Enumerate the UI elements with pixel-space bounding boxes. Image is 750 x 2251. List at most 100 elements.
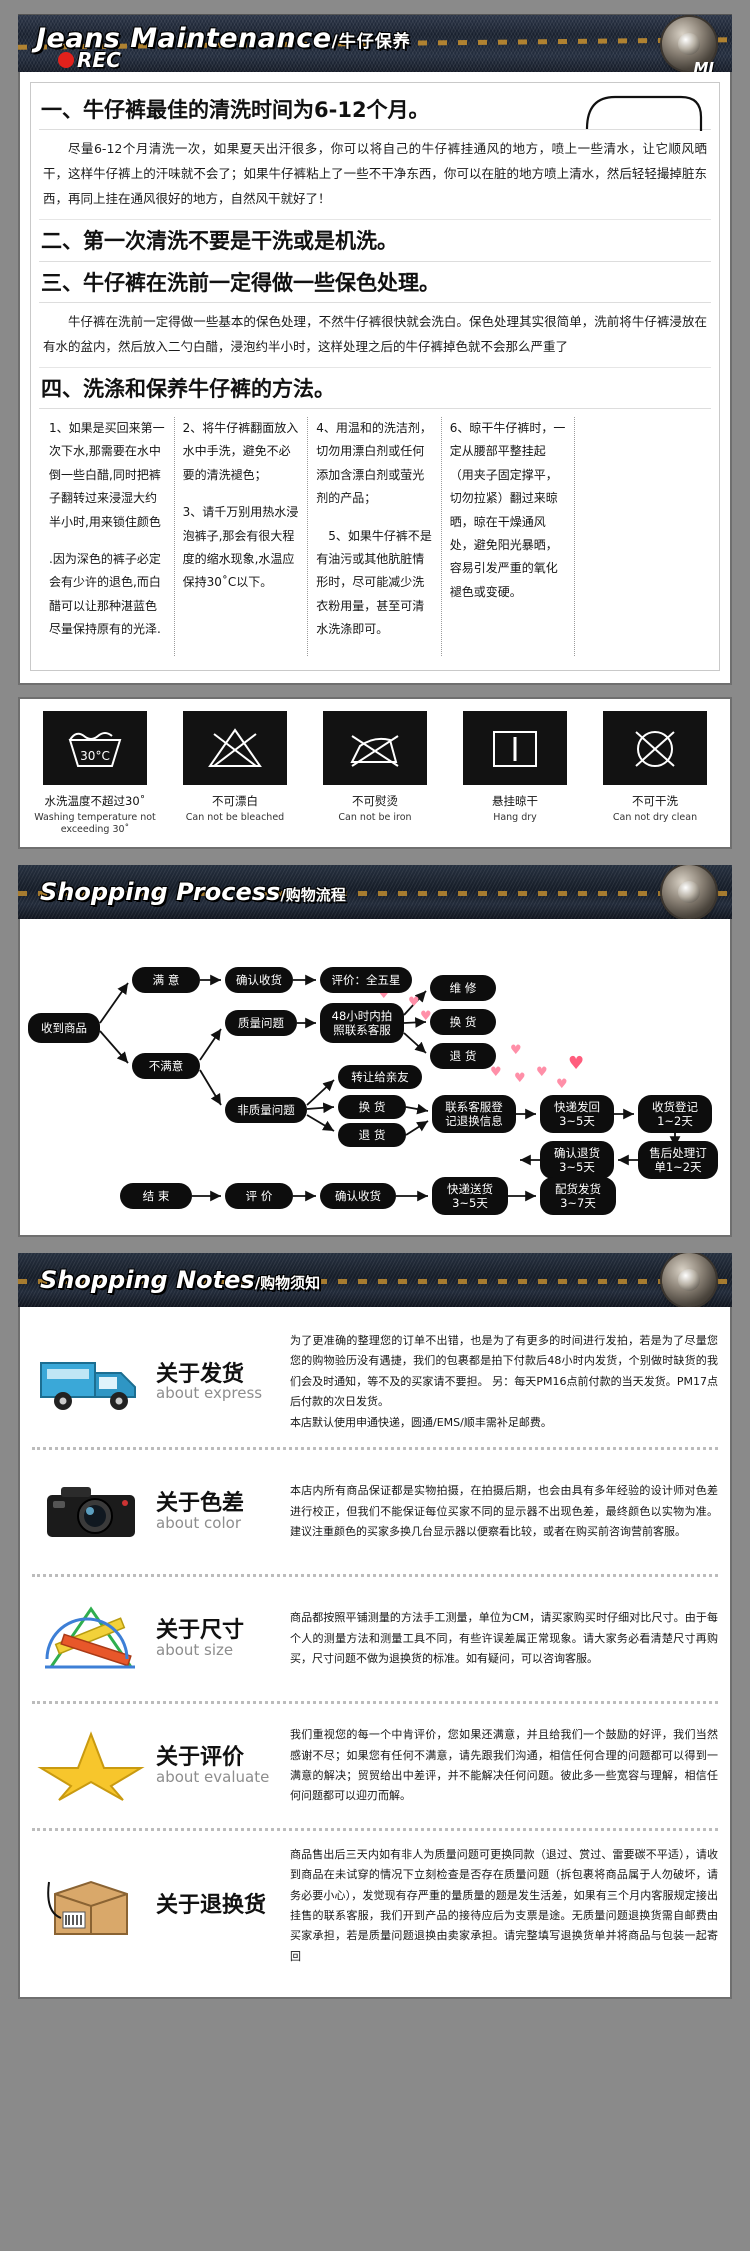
note-title-en: about express <box>156 1383 263 1402</box>
flow-node-exchange2: 换 货 <box>338 1095 406 1120</box>
hang-dry-icon <box>463 710 567 785</box>
note-title-express: 关于发货 about express <box>156 1361 284 1402</box>
care-symbol-cell: 不可熨烫 Can not be iron <box>306 710 444 838</box>
note-text: 商品售出后三天内如有非人为质量问题可更换同款（退过、赏过、雷要碳不平适），请收到… <box>290 1847 718 1963</box>
flow-node-express35: 快递送货 3~5天 <box>432 1177 508 1216</box>
care-symbol-label-en: Can not be bleached <box>185 811 285 823</box>
shopping-notes-title-en: Shopping Notes <box>40 1266 255 1295</box>
shopping-process-card: ♥ ♥ ♥ ♥ ♥ ♥ ♥ ♥ ♥ ♥ 收到商品满 意确认收货评价：全五星不满意… <box>18 919 734 1238</box>
camera-icon <box>32 1464 150 1560</box>
wash-tip-text: 6、晾干牛仔裤时，一定从腰部平整挂起（用夹子固定撑平，切勿拉紧）翻过来晾晒，晾在… <box>449 421 566 599</box>
note-title-cn: 关于评价 <box>156 1745 245 1771</box>
care-symbol-cell: 不可漂白 Can not be bleached <box>166 710 304 838</box>
note-row-return: 关于退换货 商品售出后三天内如有非人为质量问题可更换同款（退过、赏过、雷要碳不平… <box>32 1831 718 1981</box>
note-title-return: 关于退换货 <box>156 1894 284 1917</box>
care-symbol-cell: 30°C 水洗温度不超过30˚ Washing temperature not … <box>26 710 164 838</box>
shopping-process-title: Shopping Process/购物流程 <box>18 865 732 906</box>
note-title-en: about color <box>156 1513 241 1532</box>
flow-node-dispatch37: 配货发货 3~7天 <box>540 1177 616 1216</box>
shopping-notes-title-cn: /购物须知 <box>254 1274 321 1293</box>
flow-node-return2: 退 货 <box>338 1123 406 1148</box>
section-body-3: 牛仔裤在洗前一定得做一些基本的保色处理，不然牛仔裤很快就会洗白。保色处理其实很简… <box>39 303 711 368</box>
note-text: 我们重视您的每一个中肯评价，您如果还满意，并且给我们一个鼓励的好评，我们当然感谢… <box>290 1728 718 1803</box>
wash-tip-column-5 <box>575 417 709 656</box>
rec-indicator: REC <box>58 48 732 72</box>
wash-tip-text: .因为深色的裤子必定会有少许的退色,而白醋可以让那种湛蓝色尽量保持原有的光泽. <box>49 551 161 637</box>
jeans-seal-badge-icon <box>662 865 716 920</box>
flow-node-contactcs: 联系客服登 记退换信息 <box>432 1095 516 1134</box>
care-symbol-label-cn: 不可干洗 <box>632 793 678 808</box>
note-title-size: 关于尺寸 about size <box>156 1619 284 1658</box>
care-symbol-label-en: Hang dry <box>493 811 537 823</box>
no-bleach-icon <box>183 710 287 785</box>
shopping-notes-card: 关于发货 about express 为了更准确的整理您的订单不出错，也是为了有… <box>18 1307 732 1999</box>
note-title-en: about evaluate <box>156 1767 270 1786</box>
shopping-process-banner: Shopping Process/购物流程 <box>18 865 732 920</box>
product-detail-page: Jeans Maintenance/牛仔保养 REC MI 一、牛仔裤最佳的清洗… <box>0 14 750 1999</box>
shopping-notes-banner: Shopping Notes/购物须知 <box>18 1253 732 1308</box>
wash-tip-text: 2、将牛仔裤翻面放入水中手洗，避免不必要的清洗褪色； <box>182 421 299 482</box>
svg-text:30°C: 30°C <box>80 749 110 763</box>
jeans-seal-center-icon <box>678 881 700 904</box>
section-heading-3: 三、牛仔裤在洗前一定得做一些保色处理。 <box>39 262 711 303</box>
flow-node-nonquality: 非质量问题 <box>225 1097 307 1124</box>
note-body-express: 为了更准确的整理您的订单不出错，也是为了有更多的时间进行发拍，若是为了尽量您您的… <box>290 1331 718 1433</box>
wash-tips-columns: 1、如果是买回来第一次下水,那需要在水中倒一些白醋,同时把裤子翻转过来浸湿大约半… <box>39 409 711 660</box>
wash-tip-column-2: 2、将牛仔裤翻面放入水中手洗，避免不必要的清洗褪色； 3、请千万别用热水浸泡裤子… <box>175 417 309 656</box>
note-text: 为了更准确的整理您的订单不出错，也是为了有更多的时间进行发拍，若是为了尽量您您的… <box>290 1334 718 1409</box>
maintenance-card: 一、牛仔裤最佳的清洗时间为6-12个月。 尽量6-12个月清洗一次，如果夏天出汗… <box>18 72 732 685</box>
note-title-cn: 关于尺寸 <box>156 1618 245 1644</box>
rec-label: REC <box>77 48 121 72</box>
care-symbol-cell: 悬挂晾干 Hang dry <box>446 710 584 838</box>
star-icon <box>32 1718 150 1814</box>
flow-node-rate1: 评价：全五星 <box>320 967 412 994</box>
section-1-wrap: 一、牛仔裤最佳的清洗时间为6-12个月。 <box>39 89 711 131</box>
heart-decoration-icon: ♥ <box>408 995 420 1011</box>
note-title-cn: 关于发货 <box>156 1361 245 1387</box>
bracket-decoration-icon <box>585 95 703 131</box>
flow-node-exchange1: 换 货 <box>430 1009 496 1036</box>
flow-node-repair: 维 修 <box>430 975 496 1002</box>
jeans-seal-badge-icon: MI <box>662 17 716 72</box>
wash-tip-column-1: 1、如果是买回来第一次下水,那需要在水中倒一些白醋,同时把裤子翻转过来浸湿大约半… <box>41 417 175 656</box>
jeans-maintenance-banner: Jeans Maintenance/牛仔保养 REC MI <box>18 14 732 72</box>
heart-decoration-icon: ♥ <box>514 1071 526 1087</box>
wash-tip-text: 5、如果牛仔裤不是有油污或其他肮脏情形时，尽可能减少洗衣粉用量，甚至可清水洗涤即… <box>316 528 432 637</box>
heart-decoration-icon: ♥ <box>536 1065 548 1081</box>
note-row-express: 关于发货 about express 为了更准确的整理您的订单不出错，也是为了有… <box>32 1317 718 1450</box>
flow-node-confirm1: 确认收货 <box>225 967 293 994</box>
truck-icon <box>32 1334 150 1430</box>
jeans-seal-badge-icon <box>662 1253 716 1308</box>
ruler-icon <box>32 1591 150 1687</box>
note-row-size: 关于尺寸 about size 商品都按照平铺测量的方法手工测量，单位为CM，请… <box>32 1577 718 1704</box>
badge-mark: MI <box>693 59 714 72</box>
flow-node-received: 收到商品 <box>28 1013 100 1044</box>
flow-node-quality: 质量问题 <box>225 1010 297 1037</box>
flow-node-ship35: 快递发回 3~5天 <box>540 1095 614 1134</box>
care-symbols-row: 30°C 水洗温度不超过30˚ Washing temperature not … <box>18 696 732 850</box>
flow-node-photo48: 48小时内拍 照联系客服 <box>320 1003 404 1044</box>
flow-node-transfer: 转让给亲友 <box>338 1065 422 1090</box>
wash-tip-column-3: 4、用温和的洗洁剂，切勿用漂白剂或任何添加含漂白剂或萤光剂的产品； 5、如果牛仔… <box>308 417 442 656</box>
note-row-color: 关于色差 about color 本店内所有商品保证都是实物拍摄，在拍摄后期，也… <box>32 1450 718 1577</box>
flow-node-rate2: 评 价 <box>225 1183 293 1210</box>
section-heading-2: 二、第一次清洗不要是干洗或是机洗。 <box>39 220 711 262</box>
flow-node-unsatisfied: 不满意 <box>132 1053 200 1080</box>
heart-decoration-icon: ♥ <box>510 1043 522 1059</box>
note-text: 本店内所有商品保证都是实物拍摄，在拍摄后期，也会由具有多年经验的设计师对色差进行… <box>290 1484 718 1539</box>
care-symbol-label-cn: 不可熨烫 <box>352 793 398 808</box>
shopping-process-title-en: Shopping Process <box>40 878 281 907</box>
note-title-evaluate: 关于评价 about evaluate <box>156 1746 284 1785</box>
wash-tip-column-4: 6、晾干牛仔裤时，一定从腰部平整挂起（用夹子固定撑平，切勿拉紧）翻过来晾晒，晾在… <box>442 417 576 656</box>
wash-tip-text: 4、用温和的洗洁剂，切勿用漂白剂或任何添加含漂白剂或萤光剂的产品； <box>316 421 432 506</box>
flow-node-end: 结 束 <box>120 1183 192 1210</box>
flow-node-aftersales: 售后处理订 单1~2天 <box>638 1141 718 1180</box>
note-title-cn: 关于退换货 <box>156 1893 267 1919</box>
care-symbol-label-cn: 不可漂白 <box>212 793 258 808</box>
heart-decoration-icon: ♥ <box>556 1077 568 1093</box>
rec-dot-icon <box>58 52 74 68</box>
care-symbol-label-cn: 水洗温度不超过30˚ <box>44 793 146 808</box>
no-dry-clean-icon <box>603 710 707 785</box>
shopping-process-flowchart: ♥ ♥ ♥ ♥ ♥ ♥ ♥ ♥ ♥ ♥ 收到商品满 意确认收货评价：全五星不满意… <box>20 925 734 1225</box>
shopping-notes-title: Shopping Notes/购物须知 <box>18 1253 732 1294</box>
